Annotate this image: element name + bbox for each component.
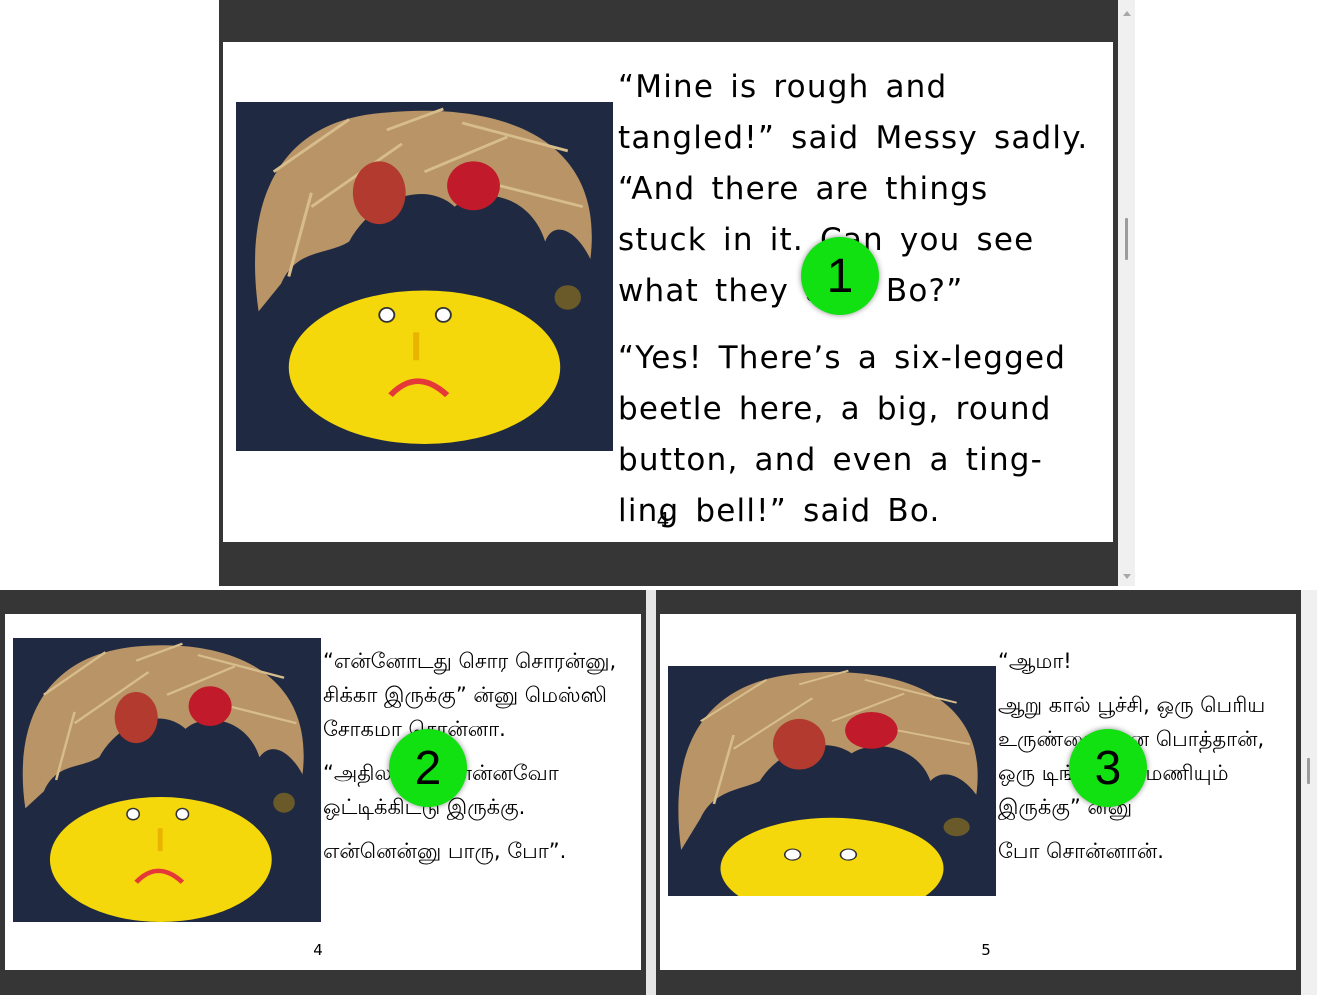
viewer-top: “Mine is rough and tangled!” said Messy … bbox=[219, 0, 1118, 586]
book-page-right: “ஆமா! ஆறு கால் பூச்சி, ஒரு பெரிய உருண்டை… bbox=[660, 614, 1296, 970]
marker-badge: 3 bbox=[1069, 729, 1147, 807]
viewer-bottom-right: “ஆமா! ஆறு கால் பூச்சி, ஒரு பெரிய உருண்டை… bbox=[656, 590, 1301, 995]
messy-hair-face-image bbox=[13, 638, 321, 922]
panel-divider[interactable] bbox=[646, 590, 656, 995]
scrollbar-bottom-right[interactable] bbox=[1301, 590, 1317, 995]
story-illustration bbox=[13, 638, 321, 922]
book-page-top: “Mine is rough and tangled!” said Messy … bbox=[223, 42, 1113, 542]
paragraph: “அதில என்னென்னவோ ஒட்டிக்கிட்டு இருக்கு. bbox=[323, 761, 559, 819]
story-text: “என்னோடது சொர சொரன்னு, சிக்கா இருக்கு” ன… bbox=[323, 644, 633, 868]
marker-badge: 2 bbox=[389, 729, 467, 807]
paragraph: “ஆமா! bbox=[998, 649, 1072, 673]
scroll-down-icon[interactable] bbox=[1123, 574, 1131, 579]
viewer-bottom-left: “என்னோடது சொர சொரன்னு, சிக்கா இருக்கு” ன… bbox=[0, 590, 646, 995]
marker-badge: 1 bbox=[801, 237, 879, 315]
page-number: 4 bbox=[656, 508, 670, 532]
scrollbar-thumb[interactable] bbox=[1307, 758, 1310, 784]
messy-hair-face-image bbox=[236, 102, 613, 451]
scrollbar-top[interactable] bbox=[1118, 0, 1135, 586]
paragraph: “Yes! There’s a six-legged beetle here, … bbox=[618, 340, 1067, 529]
paragraph: “என்னோடது சொர சொரன்னு, சிக்கா இருக்கு” ன… bbox=[323, 649, 617, 741]
page-number: 4 bbox=[313, 941, 323, 959]
paragraph: போ சொன்னான். bbox=[998, 839, 1164, 863]
messy-hair-face-image bbox=[668, 666, 996, 896]
paragraph: என்னென்னு பாரு, போ”. bbox=[323, 839, 567, 863]
story-illustration bbox=[668, 666, 996, 896]
story-illustration bbox=[236, 102, 613, 451]
scrollbar-thumb[interactable] bbox=[1125, 218, 1128, 260]
book-page-left: “என்னோடது சொர சொரன்னு, சிக்கா இருக்கு” ன… bbox=[5, 614, 641, 970]
page-number: 5 bbox=[981, 941, 991, 959]
scroll-up-icon[interactable] bbox=[1123, 11, 1131, 16]
